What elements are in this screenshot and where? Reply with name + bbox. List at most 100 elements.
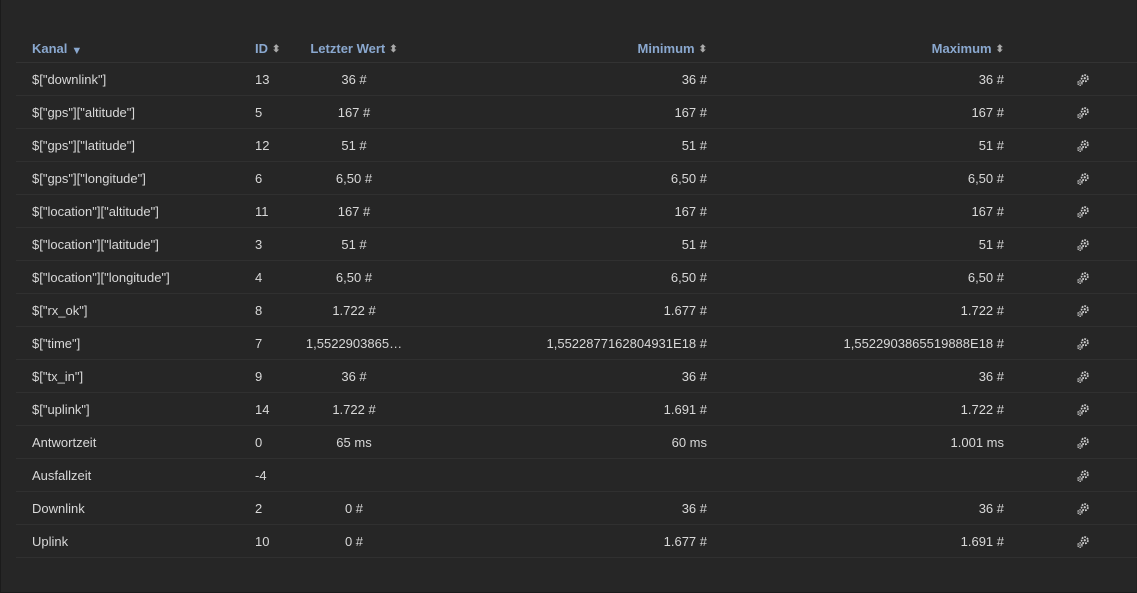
sort-updown-icon[interactable]: ⬍ (389, 44, 397, 55)
channel-name-cell: Uplink (16, 524, 255, 558)
minimum-cell: 1,5522877162804931E18 # (407, 326, 707, 360)
last-value-cell: 6,50 # (301, 161, 407, 195)
settings-gear-icon[interactable] (1076, 73, 1090, 87)
minimum-cell: 1.691 # (407, 392, 707, 426)
table-row[interactable]: $["gps"]["longitude"] 6 6,50 #6,50 #6,50 # (16, 161, 1137, 195)
settings-gear-icon[interactable] (1076, 403, 1090, 417)
sort-updown-icon[interactable]: ⬍ (699, 44, 707, 55)
table-row[interactable]: $["location"]["latitude"] 3 51 #51 #51 # (16, 227, 1137, 261)
settings-gear-icon[interactable] (1076, 172, 1090, 186)
maximum-cell: 51 # (707, 227, 1004, 261)
channel-name-cell: Ausfallzeit (16, 458, 255, 492)
minimum-cell: 36 # (407, 491, 707, 525)
settings-gear-icon[interactable] (1076, 304, 1090, 318)
table-row[interactable]: Downlink 2 0 #36 #36 # (16, 491, 1137, 525)
channel-id-cell: 4 (255, 260, 301, 294)
row-actions-cell (1004, 458, 1137, 492)
channel-name-cell: $["rx_ok"] (16, 293, 255, 327)
channel-name-cell: $["gps"]["altitude"] (16, 95, 255, 129)
channel-name-cell: Downlink (16, 491, 255, 525)
minimum-cell: 36 # (407, 359, 707, 393)
channel-id-cell: 0 (255, 425, 301, 459)
settings-gear-icon[interactable] (1076, 139, 1090, 153)
table-row[interactable]: Antwortzeit 0 65 ms 60 ms 1.001 ms (16, 425, 1137, 459)
sort-updown-icon[interactable]: ⬍ (272, 44, 280, 55)
table-row[interactable]: $["gps"]["latitude"] 12 51 #51 #51 # (16, 128, 1137, 162)
last-value-cell (301, 458, 407, 492)
channel-id-cell: 5 (255, 95, 301, 129)
channel-name-cell: $["location"]["altitude"] (16, 194, 255, 228)
minimum-cell: 60 ms (407, 425, 707, 459)
table-row[interactable]: $["location"]["altitude"] 11 167 #167 #167… (16, 194, 1137, 228)
column-header-id[interactable]: ID ⬍ (255, 35, 301, 63)
channel-name-cell: $["tx_in"] (16, 359, 255, 393)
last-value-cell: 167 # (301, 95, 407, 129)
column-header-minimum[interactable]: Minimum ⬍ (407, 35, 707, 63)
channel-id-cell: 3 (255, 227, 301, 261)
table-row[interactable]: Uplink 10 0 #1.677 #1.691 # (16, 524, 1137, 558)
minimum-cell: 36 # (407, 62, 707, 96)
channel-panel: Kanal ▼ ID ⬍ Letzter Wert ⬍ Minimum ⬍ Maximu… (0, 0, 1137, 593)
row-actions-cell (1004, 260, 1137, 294)
channel-name-cell: $["downlink"] (16, 62, 255, 96)
column-header-maximum-label[interactable]: Maximum (932, 41, 992, 56)
column-header-minimum-label[interactable]: Minimum (638, 41, 695, 56)
table-row[interactable]: $["tx_in"] 9 36 #36 #36 # (16, 359, 1137, 393)
row-actions-cell (1004, 359, 1137, 393)
table-header-row: Kanal ▼ ID ⬍ Letzter Wert ⬍ Minimum ⬍ Maximu… (16, 35, 1137, 63)
caret-down-icon[interactable]: ▼ (71, 45, 82, 57)
minimum-cell (407, 458, 707, 492)
channel-id-cell: 9 (255, 359, 301, 393)
table-row[interactable]: $["downlink"] 13 36 #36 #36 # (16, 62, 1137, 96)
settings-gear-icon[interactable] (1076, 106, 1090, 120)
table-row[interactable]: $["time"] 7 1,5522903865… 1,552287716280493… (16, 326, 1137, 360)
column-header-kanal[interactable]: Kanal ▼ (16, 35, 255, 63)
table-row[interactable]: $["uplink"] 14 1.722 #1.691 #1.722 # (16, 392, 1137, 426)
maximum-cell: 36 # (707, 491, 1004, 525)
settings-gear-icon[interactable] (1076, 205, 1090, 219)
row-actions-cell (1004, 128, 1137, 162)
table-row[interactable]: $["gps"]["altitude"] 5 167 #167 #167 # (16, 95, 1137, 129)
settings-gear-icon[interactable] (1076, 337, 1090, 351)
channel-name-cell: $["uplink"] (16, 392, 255, 426)
settings-gear-icon[interactable] (1076, 469, 1090, 483)
column-header-actions (1004, 35, 1137, 63)
settings-gear-icon[interactable] (1076, 238, 1090, 252)
maximum-cell: 167 # (707, 95, 1004, 129)
channel-name-cell: Antwortzeit (16, 425, 255, 459)
maximum-cell: 6,50 # (707, 260, 1004, 294)
maximum-cell: 36 # (707, 62, 1004, 96)
sort-updown-icon[interactable]: ⬍ (996, 44, 1004, 55)
channel-name-cell: $["time"] (16, 326, 255, 360)
table-row[interactable]: Ausfallzeit -4 (16, 458, 1137, 492)
minimum-cell: 51 # (407, 128, 707, 162)
maximum-cell: 1.001 ms (707, 425, 1004, 459)
channel-id-cell: 13 (255, 62, 301, 96)
channel-id-cell: 2 (255, 491, 301, 525)
last-value-cell: 1.722 # (301, 392, 407, 426)
settings-gear-icon[interactable] (1076, 271, 1090, 285)
table-row[interactable]: $["location"]["longitude"] 4 6,50 #6,50 #6… (16, 260, 1137, 294)
maximum-cell: 1.722 # (707, 293, 1004, 327)
maximum-cell: 1.691 # (707, 524, 1004, 558)
settings-gear-icon[interactable] (1076, 370, 1090, 384)
maximum-cell: 36 # (707, 359, 1004, 393)
column-header-id-label[interactable]: ID (255, 41, 268, 56)
column-header-maximum[interactable]: Maximum ⬍ (707, 35, 1004, 63)
column-header-last-value-label[interactable]: Letzter Wert (310, 41, 385, 56)
minimum-cell: 1.677 # (407, 524, 707, 558)
column-header-last-value[interactable]: Letzter Wert ⬍ (301, 35, 407, 63)
minimum-cell: 51 # (407, 227, 707, 261)
table-row[interactable]: $["rx_ok"] 8 1.722 #1.677 #1.722 # (16, 293, 1137, 327)
minimum-cell: 6,50 # (407, 260, 707, 294)
settings-gear-icon[interactable] (1076, 436, 1090, 450)
settings-gear-icon[interactable] (1076, 502, 1090, 516)
last-value-cell: 51 # (301, 128, 407, 162)
column-header-kanal-label[interactable]: Kanal (32, 41, 67, 56)
row-actions-cell (1004, 392, 1137, 426)
settings-gear-icon[interactable] (1076, 535, 1090, 549)
minimum-cell: 167 # (407, 194, 707, 228)
maximum-cell (707, 458, 1004, 492)
last-value-cell: 167 # (301, 194, 407, 228)
last-value-cell: 36 # (301, 359, 407, 393)
